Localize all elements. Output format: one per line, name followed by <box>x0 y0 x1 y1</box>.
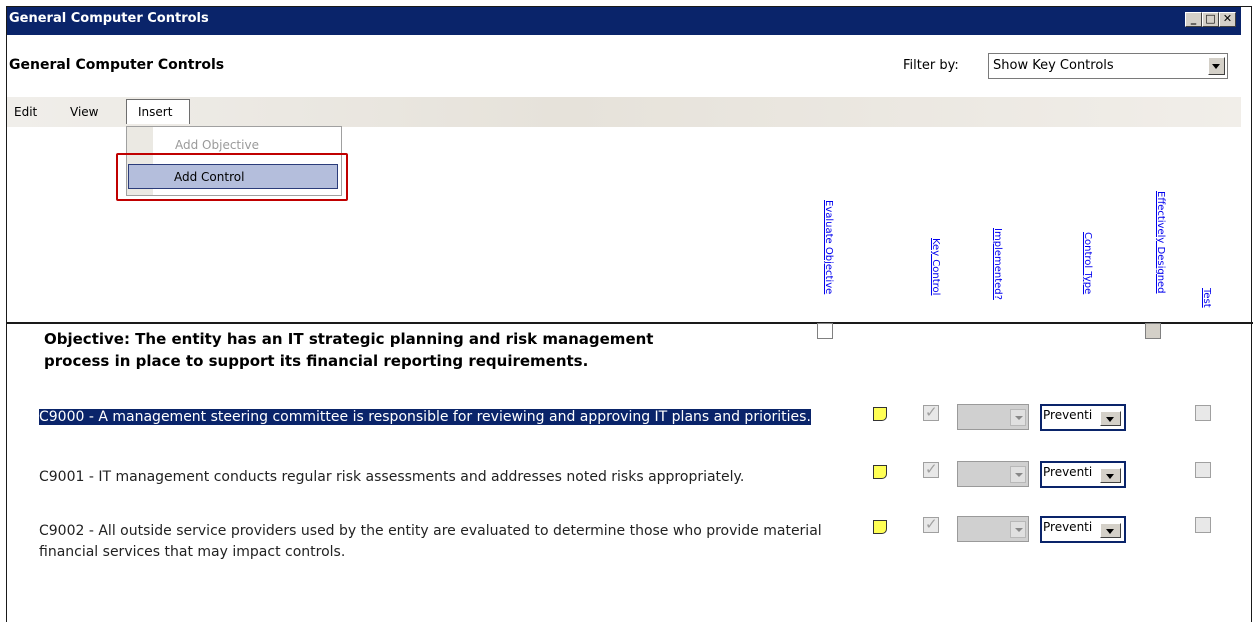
filter-select-value: Show Key Controls <box>993 58 1114 73</box>
content-divider <box>7 322 1253 324</box>
col-implemented[interactable]: Implemented? <box>992 228 1003 300</box>
menu-bar: Edit View Insert <box>7 97 1241 127</box>
menu-insert-label: Insert <box>138 105 173 119</box>
control-type-value: Preventi <box>1043 465 1093 479</box>
control-type-select[interactable]: Preventi <box>1040 516 1126 543</box>
evaluate-objective-checkbox[interactable] <box>817 323 833 339</box>
test-checkbox[interactable] <box>1195 517 1211 533</box>
col-test[interactable]: Test <box>1201 288 1212 308</box>
filter-label: Filter by: <box>903 58 959 73</box>
filter-select[interactable]: Show Key Controls <box>988 53 1228 79</box>
control-row-text[interactable]: C9000 - A management steering committee … <box>39 407 829 428</box>
menu-edit[interactable]: Edit <box>14 105 37 119</box>
title-bar: General Computer Controls _ □ ✕ <box>7 7 1241 35</box>
key-control-checkbox <box>923 460 939 478</box>
col-effectively-designed[interactable]: Effectively Designed <box>1155 191 1166 294</box>
control-row-text[interactable]: C9002 - All outside service providers us… <box>39 521 829 563</box>
chevron-down-icon[interactable] <box>1100 411 1121 426</box>
note-icon[interactable] <box>873 465 887 479</box>
col-control-type[interactable]: Control Type <box>1082 232 1093 294</box>
minimize-button[interactable]: _ <box>1185 12 1202 27</box>
control-row-text[interactable]: C9001 - IT management conducts regular r… <box>39 467 829 488</box>
test-checkbox[interactable] <box>1195 462 1211 478</box>
menu-view[interactable]: View <box>70 105 98 119</box>
note-icon[interactable] <box>873 407 887 421</box>
chevron-down-icon <box>1010 521 1026 538</box>
chevron-down-icon[interactable] <box>1100 468 1121 483</box>
control-type-select[interactable]: Preventi <box>1040 461 1126 488</box>
chevron-down-icon <box>1010 466 1026 483</box>
implemented-select <box>957 404 1029 430</box>
close-button[interactable]: ✕ <box>1219 12 1236 27</box>
page-title: General Computer Controls <box>9 57 225 73</box>
key-control-checkbox <box>923 515 939 533</box>
note-icon[interactable] <box>873 520 887 534</box>
col-evaluate-objective[interactable]: Evaluate Objective <box>823 200 834 294</box>
implemented-select <box>957 516 1029 542</box>
effectively-designed-checkbox[interactable] <box>1145 323 1161 339</box>
window-title: General Computer Controls <box>9 11 209 26</box>
add-objective-item[interactable]: Add Objective <box>175 138 259 152</box>
test-checkbox[interactable] <box>1195 405 1211 421</box>
maximize-button[interactable]: □ <box>1202 12 1219 27</box>
key-control-checkbox <box>923 403 939 421</box>
control-type-value: Preventi <box>1043 408 1093 422</box>
col-key-control[interactable]: Key Control <box>930 238 941 295</box>
callout-highlight-box <box>116 153 348 201</box>
chevron-down-icon <box>1010 409 1026 426</box>
control-type-value: Preventi <box>1043 520 1093 534</box>
control-type-select[interactable]: Preventi <box>1040 404 1126 431</box>
implemented-select <box>957 461 1029 487</box>
objective-text: Objective: The entity has an IT strategi… <box>44 330 654 370</box>
chevron-down-icon[interactable] <box>1100 523 1121 538</box>
control-text-selected: C9000 - A management steering committee … <box>39 409 811 425</box>
page-header: General Computer Controls Filter by: Sho… <box>7 35 1241 97</box>
chevron-down-icon[interactable] <box>1208 57 1225 75</box>
menu-insert[interactable]: Insert <box>126 99 190 124</box>
